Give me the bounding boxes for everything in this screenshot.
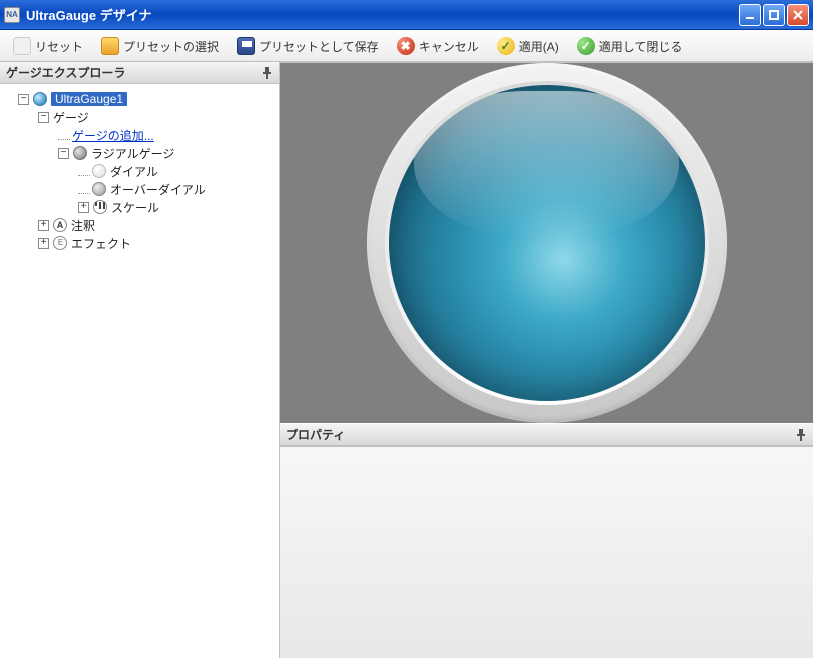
tree-node-effect[interactable]: + E エフェクト [4, 234, 275, 252]
dial-icon [92, 164, 106, 178]
tree-line [78, 185, 90, 194]
app-icon: NA [4, 7, 20, 23]
properties-title: プロパティ [286, 426, 345, 443]
tree-label-radial: ラジアルゲージ [91, 145, 174, 162]
pin-icon[interactable] [795, 429, 807, 441]
reset-button[interactable]: リセット [6, 34, 90, 58]
save-preset-label: プリセットとして保存 [259, 38, 379, 55]
toolbar: リセット プリセットの選択 プリセットとして保存 ✖ キャンセル ✓ 適用(A)… [0, 30, 813, 62]
apply-label: 適用(A) [519, 38, 559, 55]
gauge-bezel [367, 63, 727, 423]
tree-label-dial: ダイアル [110, 163, 158, 180]
explorer-header: ゲージエクスプローラ [0, 62, 279, 84]
select-preset-button[interactable]: プリセットの選択 [94, 34, 226, 58]
tree-node-scale[interactable]: + スケール [4, 198, 275, 216]
add-gauge-link[interactable]: ゲージの追加... [72, 127, 154, 144]
tree-node-gauge[interactable]: − ゲージ [4, 108, 275, 126]
explorer-tree[interactable]: − UltraGauge1 − ゲージ ゲージの追加... − ラジアルゲージ [0, 84, 279, 658]
apply-icon: ✓ [497, 37, 515, 55]
tree-label-gauge: ゲージ [53, 109, 89, 126]
tree-node-root[interactable]: − UltraGauge1 [4, 90, 275, 108]
tree-line [78, 167, 90, 176]
tree-label-overdial: オーバーダイアル [110, 181, 206, 198]
titlebar: NA UltraGauge デザイナ [0, 0, 813, 30]
apply-close-button[interactable]: ✓ 適用して閉じる [570, 34, 690, 58]
window-title: UltraGauge デザイナ [26, 5, 151, 24]
tree-node-add-gauge[interactable]: ゲージの追加... [4, 126, 275, 144]
gauge-highlight [414, 91, 679, 236]
scale-icon [93, 200, 107, 214]
folder-icon [101, 37, 119, 55]
window-controls [739, 4, 809, 26]
minimize-button[interactable] [739, 4, 761, 26]
tree-node-dial[interactable]: ダイアル [4, 162, 275, 180]
expand-toggle[interactable]: + [38, 220, 49, 231]
radial-gauge-icon [73, 146, 87, 160]
expand-toggle[interactable]: + [38, 238, 49, 249]
tree-node-annotation[interactable]: + A 注釈 [4, 216, 275, 234]
tree-label-effect: エフェクト [71, 235, 131, 252]
tree-label-root: UltraGauge1 [51, 92, 127, 106]
tree-label-annotation: 注釈 [71, 217, 95, 234]
save-icon [237, 37, 255, 55]
apply-close-label: 適用して閉じる [599, 38, 683, 55]
expand-toggle[interactable]: − [58, 148, 69, 159]
gauge-preview [280, 63, 813, 423]
cancel-label: キャンセル [419, 38, 479, 55]
tree-label-scale: スケール [111, 199, 159, 216]
properties-panel: プロパティ [280, 423, 813, 658]
gauge-face [389, 85, 705, 401]
effect-icon: E [53, 236, 67, 250]
save-preset-button[interactable]: プリセットとして保存 [230, 34, 386, 58]
tree-node-over-dial[interactable]: オーバーダイアル [4, 180, 275, 198]
apply-button[interactable]: ✓ 適用(A) [490, 34, 566, 58]
annotation-icon: A [53, 218, 67, 232]
over-dial-icon [92, 182, 106, 196]
maximize-button[interactable] [763, 4, 785, 26]
expand-toggle[interactable]: − [38, 112, 49, 123]
properties-body [280, 446, 813, 658]
globe-icon [33, 92, 47, 106]
expand-toggle[interactable]: + [78, 202, 89, 213]
right-panel: プロパティ [280, 62, 813, 658]
close-button[interactable] [787, 4, 809, 26]
tree-line [58, 131, 70, 140]
cancel-button[interactable]: ✖ キャンセル [390, 34, 486, 58]
select-preset-label: プリセットの選択 [123, 38, 219, 55]
reset-label: リセット [35, 38, 83, 55]
pin-icon[interactable] [261, 67, 273, 79]
explorer-title: ゲージエクスプローラ [6, 64, 125, 81]
tree-node-radial-gauge[interactable]: − ラジアルゲージ [4, 144, 275, 162]
content-area: ゲージエクスプローラ − UltraGauge1 − ゲージ ゲージの追加...… [0, 62, 813, 658]
gauge-explorer-panel: ゲージエクスプローラ − UltraGauge1 − ゲージ ゲージの追加...… [0, 62, 280, 658]
apply-close-icon: ✓ [577, 37, 595, 55]
cancel-icon: ✖ [397, 37, 415, 55]
gauge-ring [385, 81, 709, 405]
properties-header: プロパティ [280, 424, 813, 446]
expand-toggle[interactable]: − [18, 94, 29, 105]
reset-icon [13, 37, 31, 55]
